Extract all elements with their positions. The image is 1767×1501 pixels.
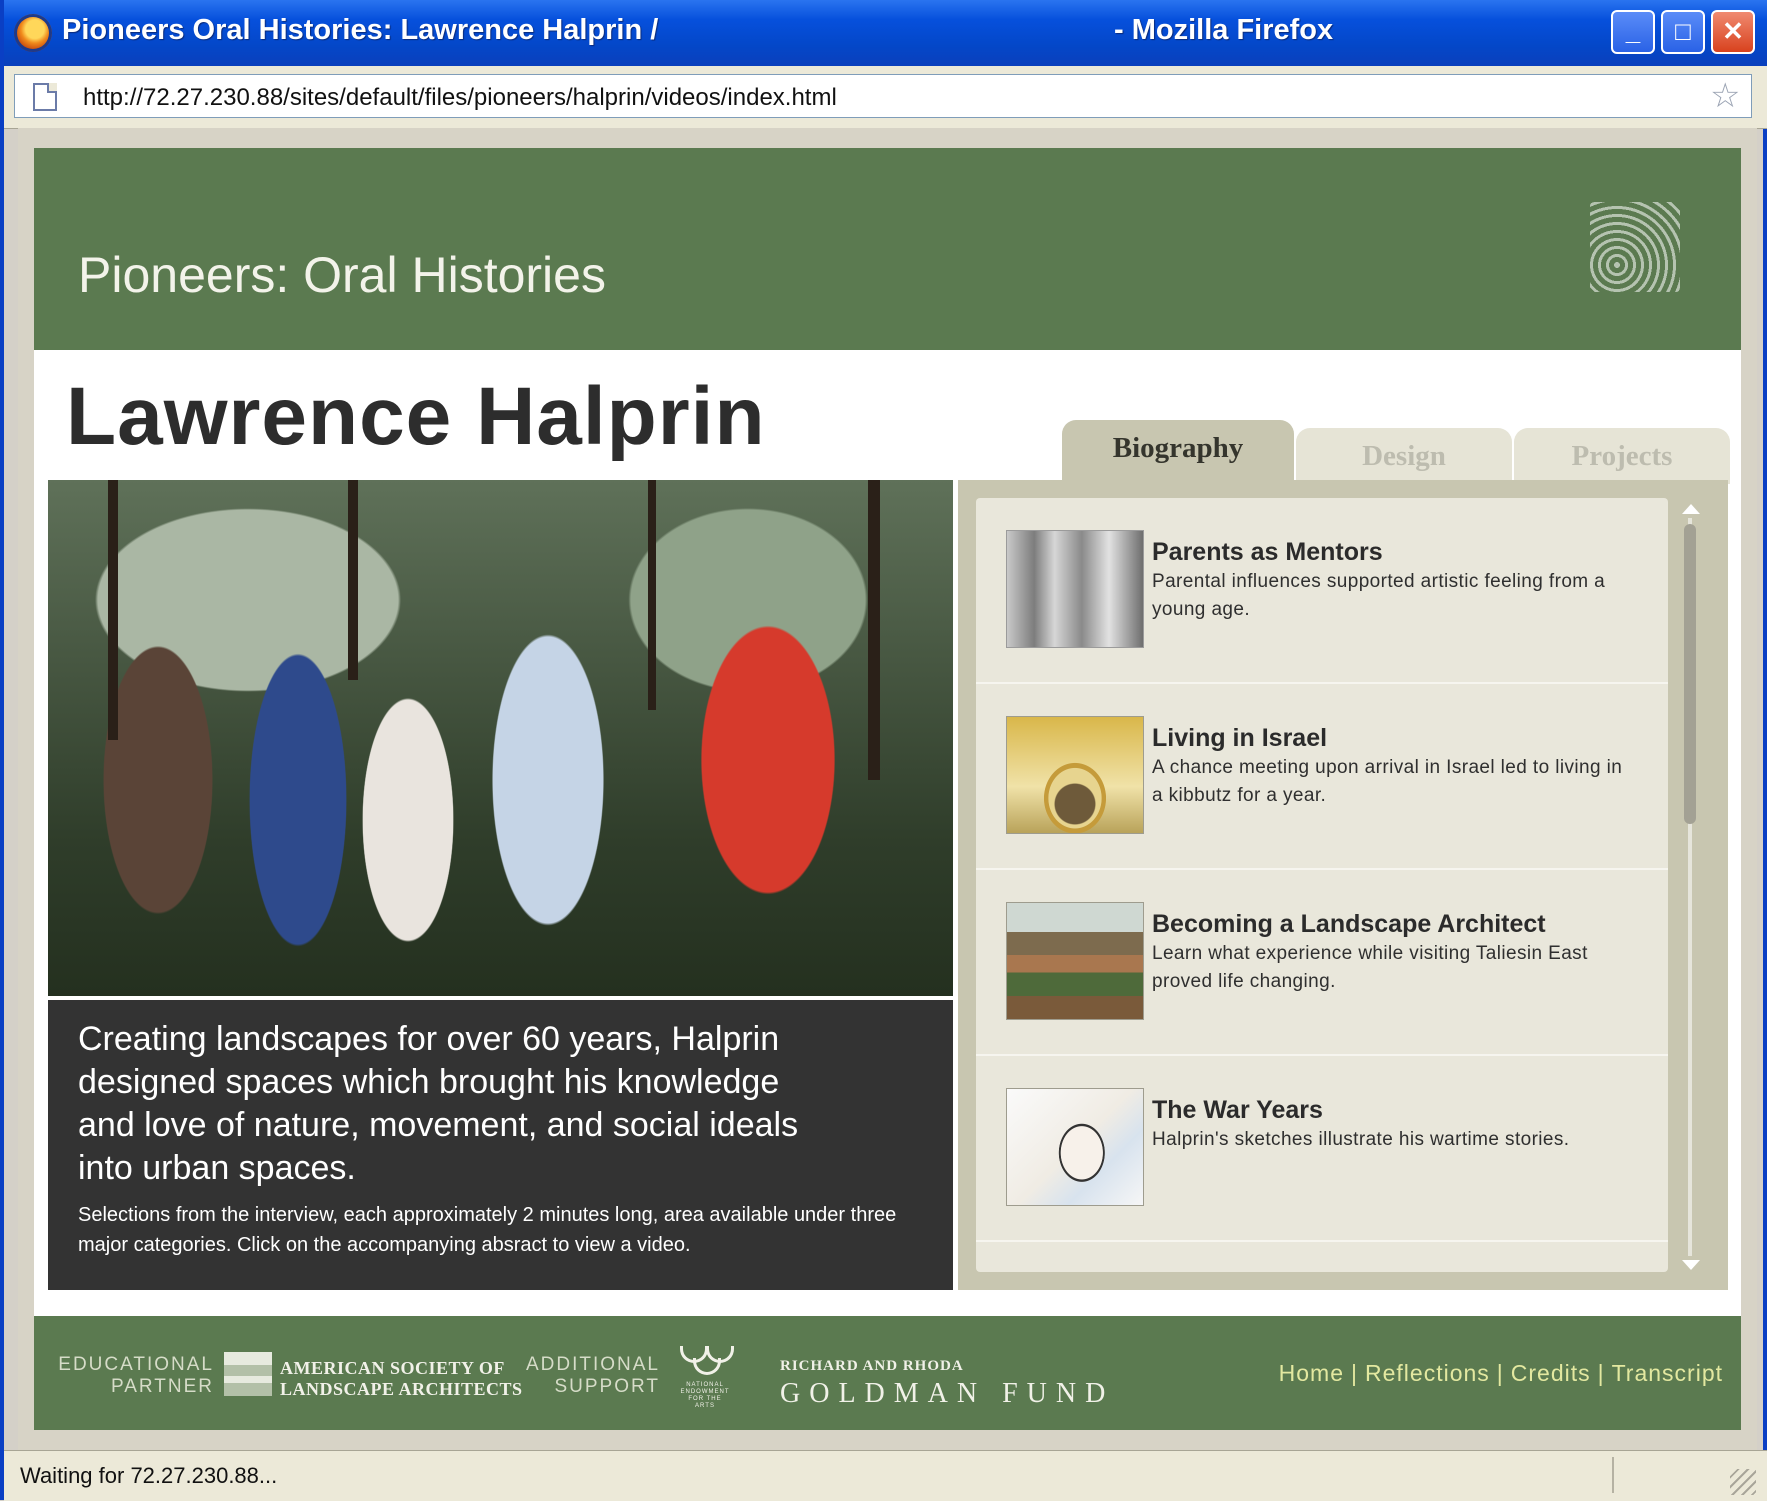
intro-text: Creating landscapes for over 60 years, H…: [78, 1020, 799, 1187]
nea-logo-icon[interactable]: NATIONAL ENDOWMENT FOR THE ARTS: [676, 1338, 734, 1412]
firefox-icon: [14, 14, 52, 52]
address-bar: http://72.27.230.88/sites/default/files/…: [4, 66, 1767, 129]
goldman-fund-line2[interactable]: GOLDMAN FUND: [780, 1378, 1114, 1410]
site-title: Pioneers: Oral Histories: [78, 247, 606, 303]
item-title[interactable]: Becoming a Landscape Architect: [1152, 910, 1546, 939]
item-title[interactable]: Parents as Mentors: [1152, 538, 1383, 567]
video-list[interactable]: Parents as Mentors Parental influences s…: [976, 498, 1668, 1272]
page-viewport: Pioneers: Oral Histories Lawrence Halpri…: [18, 128, 1757, 1450]
nav-separator: |: [1597, 1360, 1605, 1386]
item-title[interactable]: Living in Israel: [1152, 724, 1327, 753]
nav-home-link[interactable]: Home: [1279, 1360, 1344, 1386]
item-title[interactable]: The War Years: [1152, 1096, 1323, 1125]
educational-partner-label: EDUCATIONAL PARTNER: [54, 1354, 214, 1398]
nav-separator: |: [1351, 1360, 1358, 1386]
url-field[interactable]: http://72.27.230.88/sites/default/files/…: [14, 74, 1752, 118]
page-title: Lawrence Halprin: [66, 371, 766, 462]
window-title-suffix: - Mozilla Firefox: [1114, 14, 1334, 46]
additional-support-label: ADDITIONAL SUPPORT: [506, 1354, 660, 1398]
tab-projects[interactable]: Projects: [1514, 428, 1730, 484]
nav-separator: |: [1496, 1360, 1504, 1386]
site-footer: EDUCATIONAL PARTNER AMERICAN SOCIETY OF …: [34, 1316, 1741, 1430]
status-text: Waiting for 72.27.230.88...: [20, 1463, 278, 1488]
label-line: SUPPORT: [554, 1376, 660, 1397]
hero-photo: [48, 480, 953, 996]
label-line: EDUCATIONAL: [58, 1354, 214, 1375]
tab-biography[interactable]: Biography: [1062, 420, 1294, 484]
nav-credits-link[interactable]: Credits: [1511, 1360, 1591, 1386]
video-thumbnail[interactable]: [1006, 902, 1144, 1020]
nav-reflections-link[interactable]: Reflections: [1365, 1360, 1490, 1386]
asla-logo-text[interactable]: AMERICAN SOCIETY OF LANDSCAPE ARCHITECTS: [280, 1358, 523, 1400]
video-thumbnail[interactable]: [1006, 716, 1144, 834]
goldman-fund-line1[interactable]: RICHARD AND RHODA: [780, 1358, 964, 1375]
asla-line: AMERICAN SOCIETY OF: [280, 1358, 505, 1378]
asla-logo-icon[interactable]: [224, 1352, 272, 1396]
site-header: Pioneers: Oral Histories: [34, 148, 1741, 350]
list-scrollbar[interactable]: [1680, 504, 1702, 1270]
tab-design[interactable]: Design: [1296, 428, 1512, 484]
item-description[interactable]: Parental influences supported artistic f…: [1152, 568, 1632, 624]
intro-instructions: Selections from the interview, each appr…: [78, 1204, 897, 1256]
url-text[interactable]: http://72.27.230.88/sites/default/files/…: [83, 84, 837, 112]
item-description[interactable]: Learn what experience while visiting Tal…: [1152, 940, 1632, 996]
scroll-up-arrow-icon[interactable]: [1682, 504, 1700, 514]
video-thumbnail[interactable]: [1006, 1088, 1144, 1206]
list-item[interactable]: Parents as Mentors Parental influences s…: [976, 498, 1668, 684]
browser-window: Pioneers Oral Histories: Lawrence Halpri…: [0, 0, 1767, 1501]
page-content: Pioneers: Oral Histories Lawrence Halpri…: [34, 148, 1741, 1430]
list-item[interactable]: The War Years Halprin's sketches illustr…: [976, 1056, 1668, 1242]
intro-caption: Creating landscapes for over 60 years, H…: [48, 1000, 953, 1290]
label-line: ADDITIONAL: [525, 1354, 660, 1375]
page-icon: [33, 83, 57, 111]
bookmark-star-icon[interactable]: ☆: [1710, 78, 1740, 114]
scrollbar-thumb[interactable]: [1684, 524, 1696, 824]
biography-panel: Parents as Mentors Parental influences s…: [958, 480, 1728, 1290]
minimize-button[interactable]: _: [1611, 10, 1655, 54]
nea-text: NATIONAL ENDOWMENT FOR THE ARTS: [680, 1382, 730, 1409]
list-item[interactable]: Living in Israel A chance meeting upon a…: [976, 684, 1668, 870]
video-thumbnail[interactable]: [1006, 530, 1144, 648]
item-description[interactable]: Halprin's sketches illustrate his wartim…: [1152, 1126, 1632, 1154]
status-bar: Waiting for 72.27.230.88...: [4, 1450, 1767, 1501]
window-title: Pioneers Oral Histories: Lawrence Halpri…: [62, 14, 659, 46]
list-item[interactable]: Becoming a Landscape Architect Learn wha…: [976, 870, 1668, 1056]
title-bar[interactable]: Pioneers Oral Histories: Lawrence Halpri…: [4, 0, 1767, 66]
fingerprint-logo-icon: [1590, 202, 1680, 292]
asla-line: LANDSCAPE ARCHITECTS: [280, 1379, 523, 1399]
item-description[interactable]: A chance meeting upon arrival in Israel …: [1152, 754, 1632, 810]
status-divider: [1612, 1457, 1614, 1493]
scroll-down-arrow-icon[interactable]: [1682, 1260, 1700, 1270]
resize-grip-icon[interactable]: [1730, 1469, 1756, 1495]
close-button[interactable]: ✕: [1711, 10, 1755, 54]
footer-nav: Home | Reflections | Credits | Transcript: [1279, 1360, 1723, 1387]
nav-transcript-link[interactable]: Transcript: [1612, 1360, 1723, 1386]
label-line: PARTNER: [110, 1376, 214, 1397]
maximize-button[interactable]: □: [1661, 10, 1705, 54]
